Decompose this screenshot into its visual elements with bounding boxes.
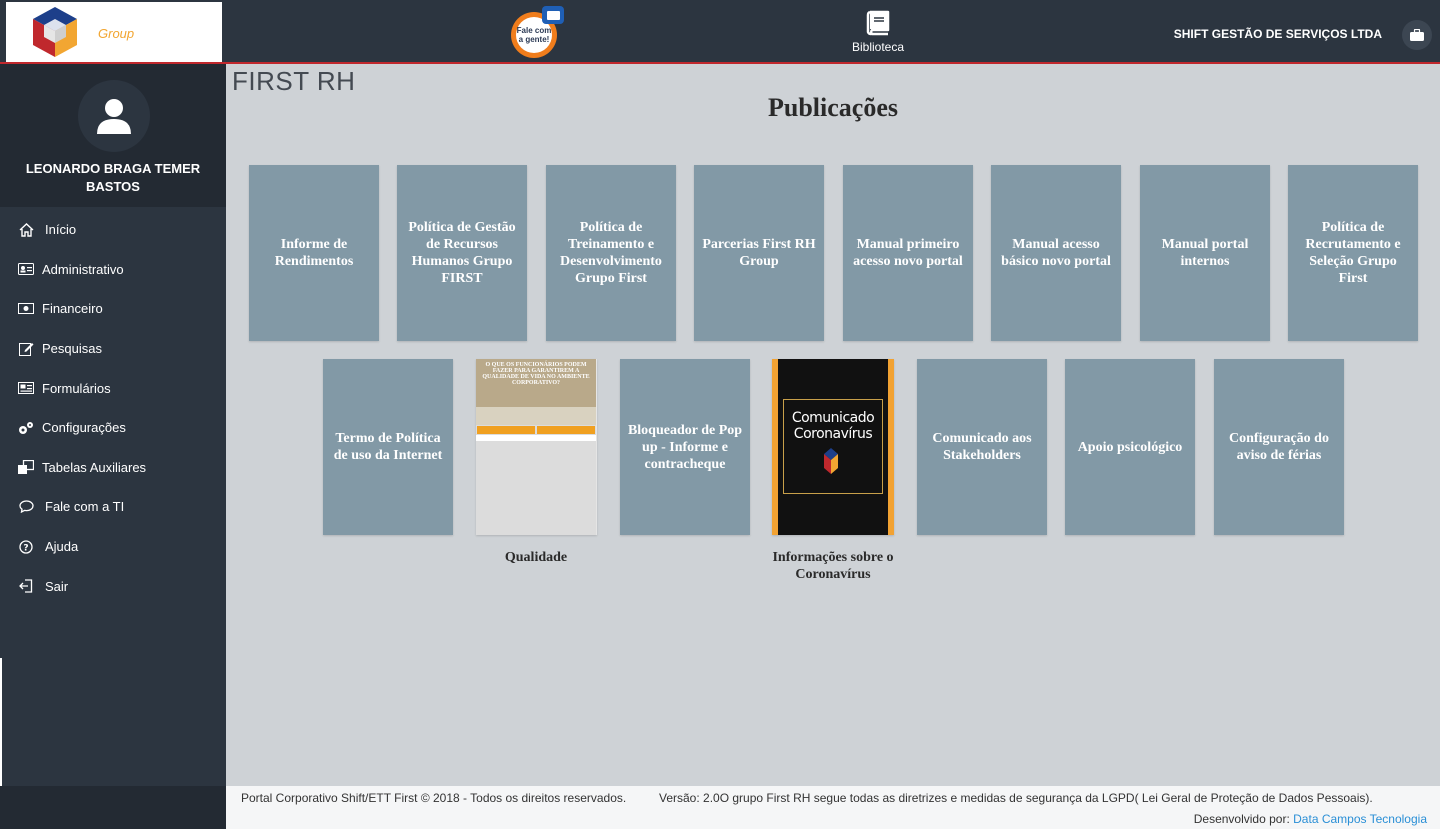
svg-text:?: ?	[23, 543, 28, 553]
sign-out-icon	[18, 578, 34, 594]
sidebar-menu: Início Administrativo Financeiro Pesquis…	[0, 207, 226, 606]
sidebar-item-label: Pesquisas	[42, 341, 102, 357]
sidebar-item-label: Ajuda	[45, 539, 79, 555]
home-icon	[18, 222, 34, 238]
mail-icon	[542, 6, 564, 24]
qualidade-thumbnail-text: O QUE OS FUNCIONÁRIOS PODEM FAZER PARA G…	[476, 359, 596, 407]
sidebar-item-label: Configurações	[42, 420, 126, 436]
publication-card-manual-acesso-basico[interactable]: Manual acesso básico novo portal	[991, 165, 1121, 341]
briefcase-icon	[1410, 29, 1424, 41]
company-switch-button[interactable]	[1402, 20, 1432, 50]
publication-card-coronavirus[interactable]: Comunicado Coronavírus	[772, 359, 894, 535]
coronavirus-thumbnail-text: Comunicado Coronavírus	[791, 410, 875, 442]
publication-card-termo-internet[interactable]: Termo de Política de uso da Internet	[323, 359, 453, 535]
sidebar: LEONARDO BRAGA TEMER BASTOS Início Admin…	[0, 64, 226, 829]
publication-card-politica-gestao-rh[interactable]: Política de Gestão de Recursos Humanos G…	[397, 165, 527, 341]
coronavirus-thumbnail: Comunicado Coronavírus	[772, 359, 894, 535]
clone-icon	[18, 459, 34, 475]
sidebar-item-fale-com-ti[interactable]: Fale com a TI	[0, 487, 226, 527]
publication-card-aviso-ferias[interactable]: Configuração do aviso de férias	[1214, 359, 1344, 535]
sidebar-item-formularios[interactable]: Formulários	[0, 368, 226, 408]
publication-card-comunicado-stakeholders[interactable]: Comunicado aos Stakeholders	[917, 359, 1047, 535]
publication-card-informe-rendimentos[interactable]: Informe de Rendimentos	[249, 165, 379, 341]
user-name: LEONARDO BRAGA TEMER BASTOS	[25, 161, 201, 194]
sidebar-item-label: Sair	[45, 578, 69, 594]
sidebar-item-label: Formulários	[42, 380, 111, 396]
sidebar-item-label: Fale com a TI	[45, 499, 125, 515]
sidebar-item-inicio[interactable]: Início	[0, 210, 226, 250]
sidebar-item-ajuda[interactable]: ? Ajuda	[0, 527, 226, 567]
sidebar-item-administrativo[interactable]: Administrativo	[0, 250, 226, 290]
sidebar-item-configuracoes[interactable]: Configurações	[0, 408, 226, 448]
cogs-icon	[18, 420, 34, 436]
footer-developer: Desenvolvido por: Data Campos Tecnologia	[1194, 812, 1427, 826]
publication-card-manual-portal-internos[interactable]: Manual portal internos	[1140, 165, 1270, 341]
sidebar-item-tabelas-auxiliares[interactable]: Tabelas Auxiliares	[0, 448, 226, 488]
page-title: Publicações	[768, 93, 898, 122]
sidebar-item-sair[interactable]: Sair	[0, 566, 226, 606]
biblioteca-button[interactable]: Biblioteca	[846, 10, 910, 56]
money-icon	[18, 301, 34, 317]
publication-card-bloqueador-popup[interactable]: Bloqueador de Pop up - Informe e contrac…	[620, 359, 750, 535]
qualidade-thumbnail: O QUE OS FUNCIONÁRIOS PODEM FAZER PARA G…	[476, 359, 596, 535]
publication-card-manual-primeiro-acesso[interactable]: Manual primeiro acesso novo portal	[843, 165, 973, 341]
main-content: Publicações Informe de Rendimentos Polít…	[226, 66, 1440, 786]
publication-card-politica-recrutamento[interactable]: Política de Recrutamento e Seleção Grupo…	[1288, 165, 1418, 341]
publication-card-apoio-psicologico[interactable]: Apoio psicológico	[1065, 359, 1195, 535]
cube-logo-icon	[30, 5, 80, 59]
sidebar-item-financeiro[interactable]: Financeiro	[0, 289, 226, 329]
sidebar-item-pesquisas[interactable]: Pesquisas	[0, 329, 226, 369]
sidebar-item-label: Início	[45, 222, 77, 238]
chat-icon	[18, 499, 34, 515]
question-icon: ?	[18, 539, 34, 555]
avatar[interactable]	[78, 80, 150, 152]
id-card-icon	[18, 261, 34, 277]
brand-logo[interactable]: FIRST RH Group	[6, 2, 355, 94]
brand-sub: Group	[98, 25, 135, 41]
publication-card-politica-treinamento[interactable]: Política de Treinamento e Desenvolviment…	[546, 165, 676, 341]
qualidade-caption: Qualidade	[504, 550, 568, 565]
publication-card-parcerias[interactable]: Parcerias First RH Group	[694, 165, 824, 341]
top-bar: FIRST RH Group Fale com a gente! Bibliot…	[0, 0, 1440, 94]
footer-copyright: Portal Corporativo Shift/ETT First © 201…	[241, 791, 627, 805]
coronavirus-caption: Informações sobre o Coronavírus	[772, 550, 894, 582]
company-name: SHIFT GESTÃO DE SERVIÇOS LTDA	[1173, 27, 1382, 41]
sidebar-item-label: Financeiro	[42, 301, 103, 317]
footer-version: Versão: 2.0O grupo First RH segue todas …	[659, 791, 1373, 805]
fale-conosco-button[interactable]: Fale com a gente!	[511, 6, 564, 58]
biblioteca-label: Biblioteca	[851, 40, 905, 54]
brand-mini-logo-icon	[824, 448, 838, 474]
footer: Portal Corporativo Shift/ETT First © 201…	[226, 786, 1440, 829]
book-icon	[866, 10, 890, 36]
sidebar-footer	[0, 786, 226, 829]
footer-dev-prefix: Desenvolvido por:	[1193, 812, 1290, 826]
publication-card-qualidade[interactable]: O QUE OS FUNCIONÁRIOS PODEM FAZER PARA G…	[476, 359, 597, 535]
sidebar-item-label: Administrativo	[42, 261, 124, 277]
newspaper-icon	[18, 380, 34, 396]
user-profile: LEONARDO BRAGA TEMER BASTOS	[0, 64, 226, 207]
edit-icon	[18, 341, 34, 357]
developer-link[interactable]: Data Campos Tecnologia	[1293, 812, 1427, 826]
user-icon	[97, 99, 131, 134]
sidebar-item-label: Tabelas Auxiliares	[42, 459, 147, 475]
